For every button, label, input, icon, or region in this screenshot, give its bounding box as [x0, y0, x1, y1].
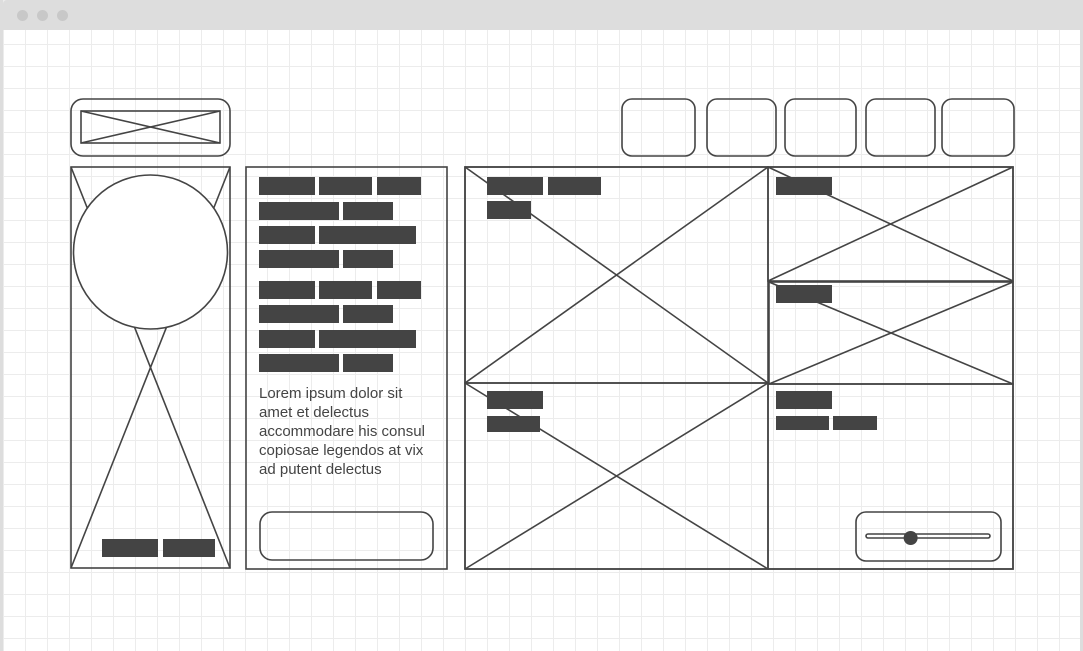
text-block: [259, 330, 315, 348]
text-block: [776, 416, 829, 430]
text-block: [776, 285, 832, 303]
nav-button-4[interactable]: [865, 98, 936, 157]
text-block: [833, 416, 877, 430]
text-block: [102, 539, 158, 557]
nav-button-2[interactable]: [706, 98, 777, 157]
text-block: [548, 177, 601, 195]
text-panel-button[interactable]: [259, 511, 434, 561]
avatar-placeholder-icon: [72, 174, 229, 330]
nav-button-1[interactable]: [621, 98, 696, 157]
slider-track[interactable]: [865, 533, 991, 539]
text-block: [343, 354, 393, 372]
image-placeholder-bottom-left-icon[interactable]: [464, 382, 769, 570]
wireframe-canvas: [70, 98, 1015, 570]
text-block: [259, 177, 315, 195]
text-block: [343, 305, 393, 323]
text-block: [259, 281, 315, 299]
text-block: [259, 354, 339, 372]
slider-thumb[interactable]: [903, 531, 918, 545]
text-block: [319, 330, 416, 348]
text-block: [343, 202, 393, 220]
text-block: [377, 281, 421, 299]
text-block: [377, 177, 421, 195]
text-block: [163, 539, 215, 557]
nav-button-5[interactable]: [941, 98, 1015, 157]
text-block: [343, 250, 393, 268]
image-placeholder-top-left-icon[interactable]: [464, 166, 769, 384]
text-block: [319, 226, 416, 244]
nav-button-3[interactable]: [784, 98, 857, 157]
text-block: [259, 305, 339, 323]
lorem-paragraph: Lorem ipsum dolor sit amet et delectus a…: [259, 385, 425, 478]
text-block: [319, 281, 372, 299]
text-block: [776, 177, 832, 195]
slider-control[interactable]: [855, 511, 1002, 562]
text-block: [487, 201, 531, 219]
text-block: [259, 250, 339, 268]
text-block: [776, 391, 832, 409]
text-block: [319, 177, 372, 195]
info-cell: [767, 383, 1014, 570]
text-block: [487, 177, 543, 195]
left-column-panel: [70, 166, 231, 569]
logo-box[interactable]: [70, 98, 231, 157]
text-block: [259, 226, 315, 244]
text-block: [259, 202, 339, 220]
logo-image-placeholder-icon: [80, 110, 221, 144]
text-block: [487, 391, 543, 409]
image-grid: [464, 166, 1014, 570]
text-block: [487, 416, 540, 432]
